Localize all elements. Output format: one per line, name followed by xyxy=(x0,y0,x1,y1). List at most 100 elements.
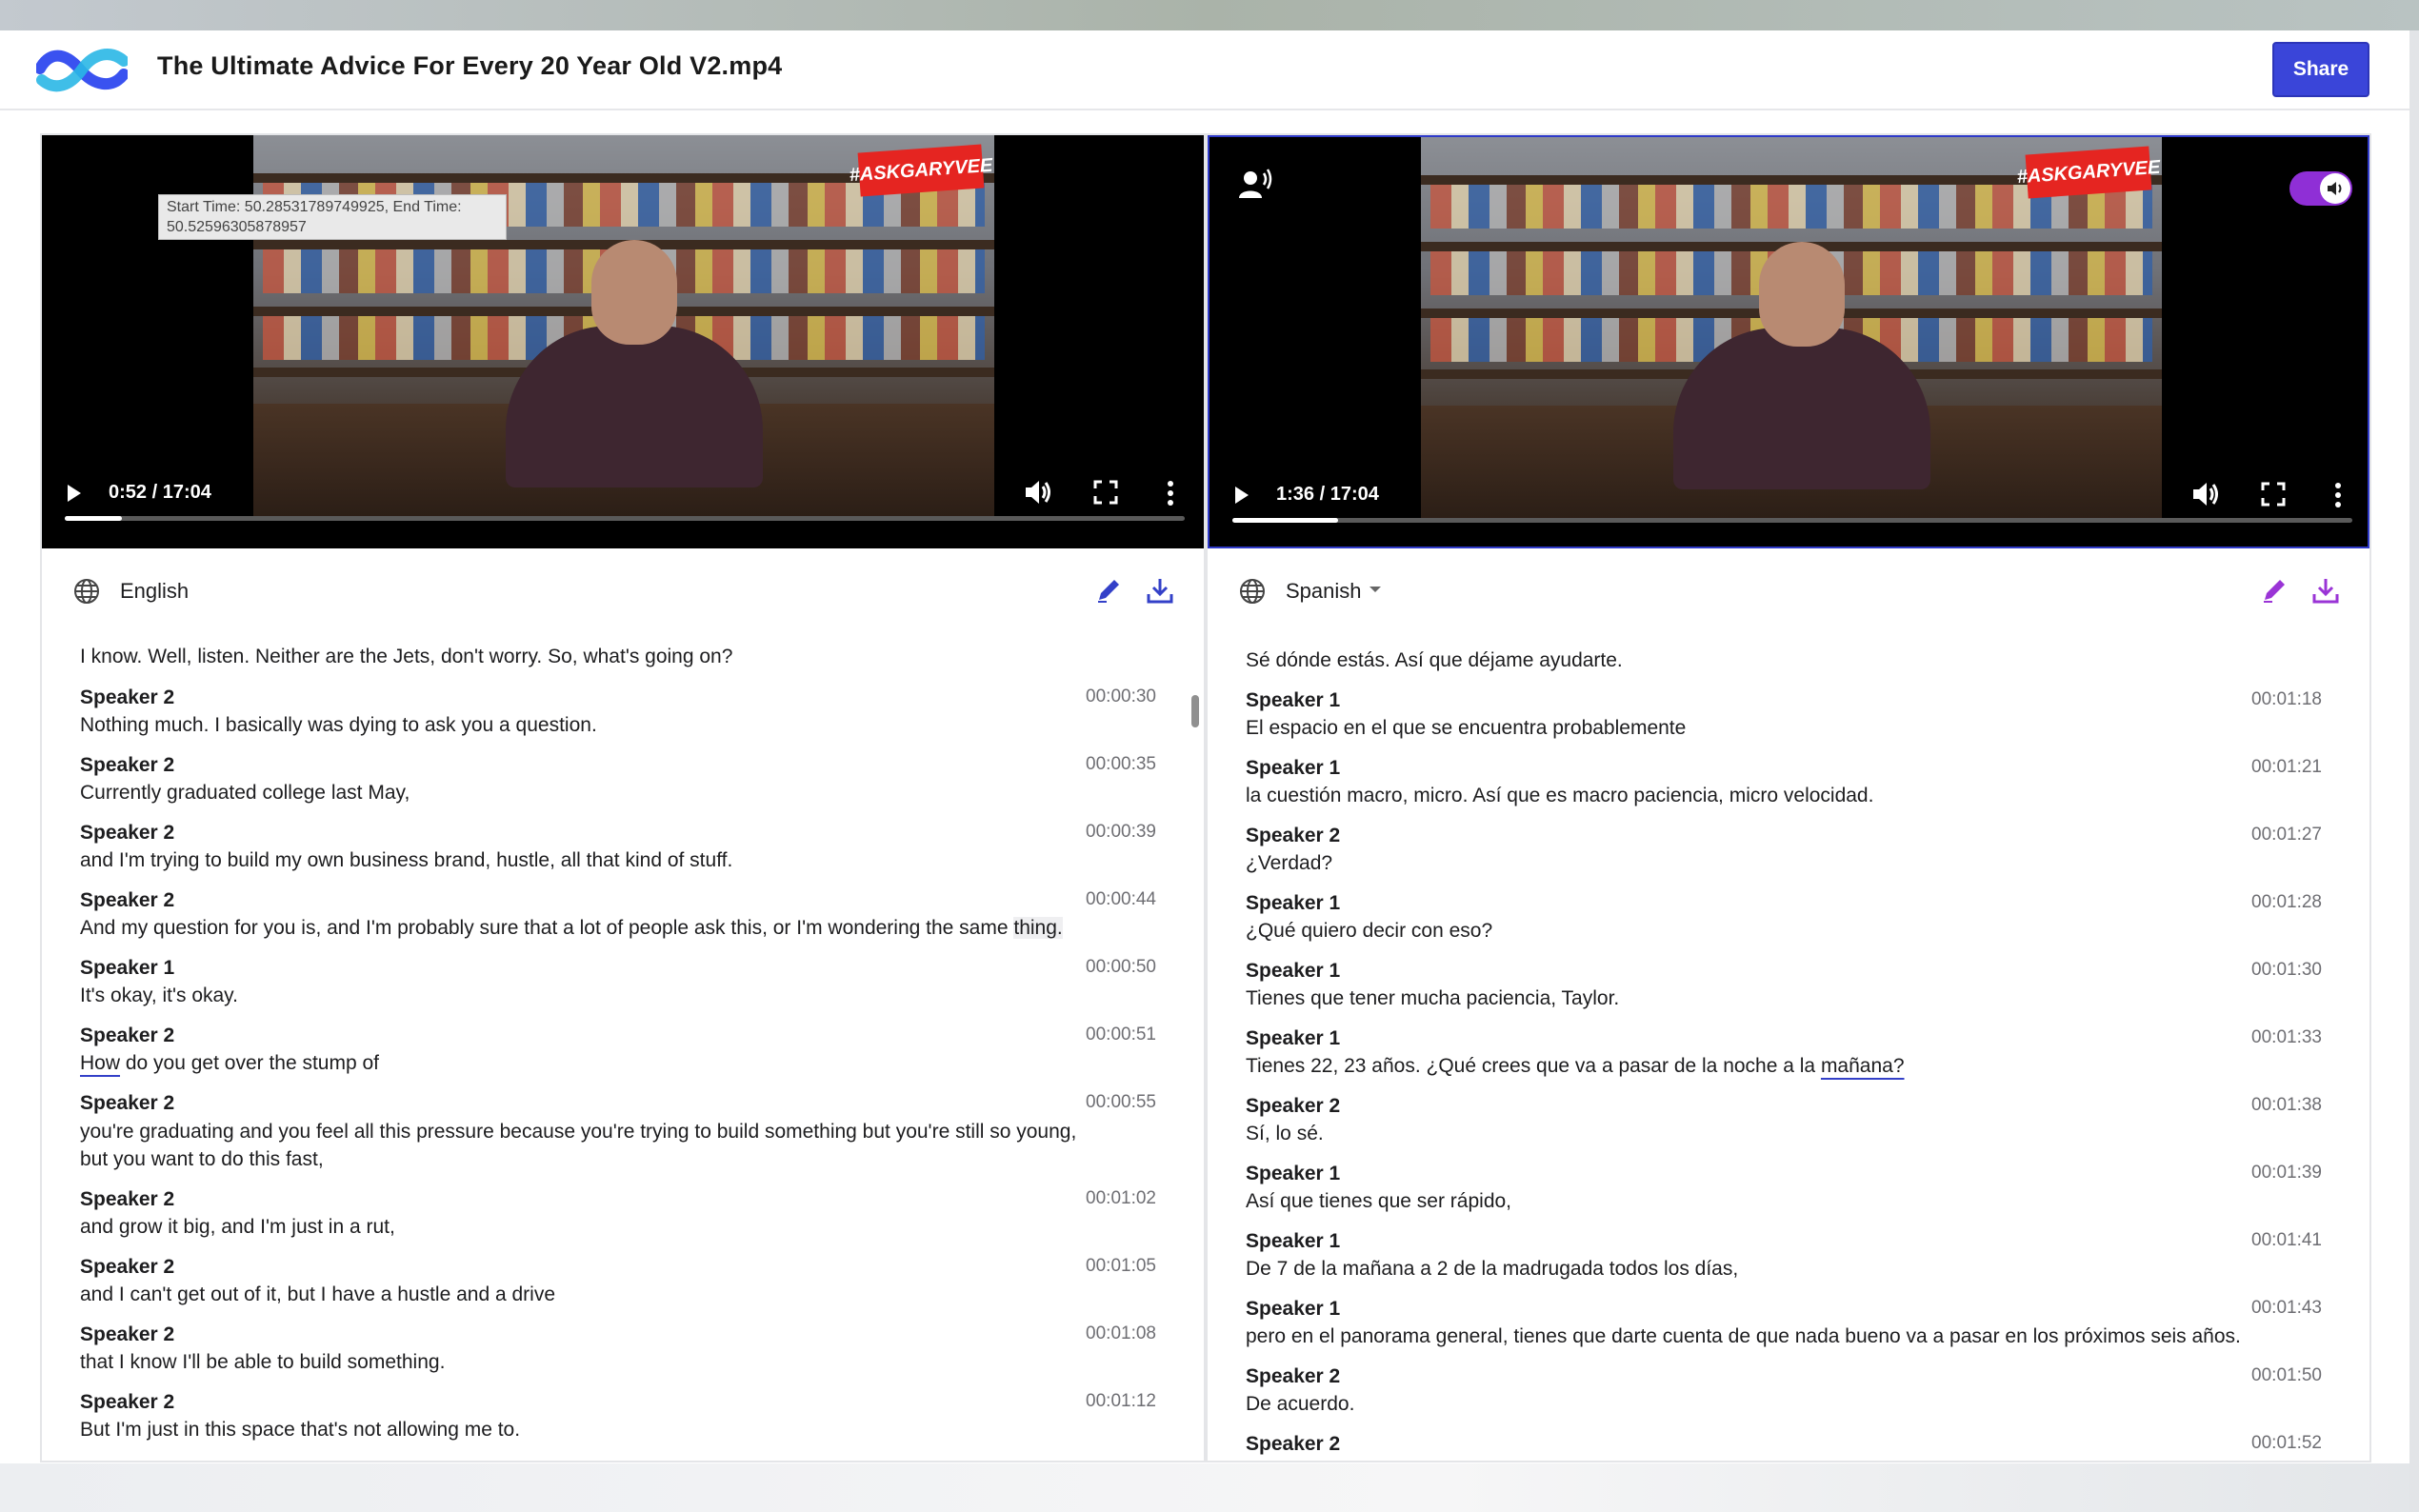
fullscreen-icon[interactable] xyxy=(1093,480,1118,505)
video-time: 0:52 / 17:04 xyxy=(109,482,211,503)
transcript-text[interactable]: la cuestión macro, micro. Así que es mac… xyxy=(1246,785,2322,807)
volume-icon[interactable] xyxy=(2190,480,2221,508)
speaker-label: Speaker 2 00:00:30 xyxy=(80,686,1156,708)
language-select[interactable]: Spanish xyxy=(1286,579,1362,604)
transcript-text[interactable]: De acuerdo. xyxy=(1246,1393,2322,1416)
speaker-label: Speaker 2 00:00:35 xyxy=(80,754,1156,776)
desktop-background xyxy=(0,0,2419,30)
transcript-text[interactable]: ¿Qué quiero decir con eso? xyxy=(1246,920,2322,943)
timestamp: 00:00:30 xyxy=(1086,686,1156,706)
chevron-down-icon[interactable] xyxy=(1368,585,1383,594)
timestamp: 00:01:28 xyxy=(2251,892,2322,912)
pencil-icon[interactable] xyxy=(2261,575,2289,604)
app-logo[interactable] xyxy=(36,42,128,97)
download-icon[interactable] xyxy=(2310,575,2341,606)
timestamp: 00:01:43 xyxy=(2251,1298,2322,1318)
timestamp: 00:01:50 xyxy=(2251,1365,2322,1385)
dub-audio-toggle[interactable] xyxy=(2289,171,2352,206)
original-transcript[interactable]: I know. Well, listen. Neither are the Je… xyxy=(42,632,1204,1461)
app-header: The Ultimate Advice For Every 20 Year Ol… xyxy=(0,30,2409,110)
speaker-label: Speaker 2 00:01:50 xyxy=(1246,1365,2322,1387)
transcript-text[interactable]: And my question for you is, and I'm prob… xyxy=(80,917,1156,940)
speaker-label: Speaker 1 00:00:50 xyxy=(80,957,1156,979)
voice-icon[interactable] xyxy=(1238,168,1272,200)
transcript-text[interactable]: you're graduating and you feel all this … xyxy=(80,1118,1099,1173)
play-icon[interactable] xyxy=(1232,484,1251,507)
timestamp: 00:01:41 xyxy=(2251,1230,2322,1250)
transcript-text[interactable]: De 7 de la mañana a 2 de la madrugada to… xyxy=(1246,1258,2322,1281)
timestamp: 00:00:39 xyxy=(1086,822,1156,842)
toggle-knob xyxy=(2320,173,2350,204)
transcript-text[interactable]: pero en el panorama general, tienes que … xyxy=(1246,1325,2322,1348)
volume-icon[interactable] xyxy=(1023,478,1053,507)
transcript-text[interactable]: Así que tienes que ser rápido, xyxy=(1246,1190,2322,1213)
transcript-text[interactable]: But I'm just in this space that's not al… xyxy=(80,1419,1156,1442)
play-icon[interactable] xyxy=(65,482,84,505)
volume-icon xyxy=(2328,182,2342,195)
speaker-label: Speaker 1 00:01:18 xyxy=(1246,689,2322,711)
person-head xyxy=(1759,242,1845,347)
transcript-text[interactable]: Sé dónde estás. Así que déjame ayudarte. xyxy=(1246,649,2322,672)
window-edge xyxy=(2409,30,2419,1512)
share-button[interactable]: Share xyxy=(2272,42,2369,97)
speaker-label: Speaker 2 00:01:27 xyxy=(1246,825,2322,846)
fullscreen-icon[interactable] xyxy=(2261,482,2286,507)
pencil-icon[interactable] xyxy=(1095,575,1124,604)
transcript-text[interactable]: Tienes que tener mucha paciencia, Taylor… xyxy=(1246,987,2322,1010)
language-label: English xyxy=(120,579,190,603)
original-video-player[interactable]: #ASKGARYVEE Start Time: 50.2853178974992… xyxy=(42,135,1204,548)
video-time: 1:36 / 17:04 xyxy=(1276,484,1379,505)
show-badge: #ASKGARYVEE xyxy=(849,144,993,197)
download-icon[interactable] xyxy=(1145,575,1175,606)
timestamp: 00:01:38 xyxy=(2251,1095,2322,1115)
speaker-label: Speaker 2 00:00:55 xyxy=(80,1092,1156,1114)
timestamp: 00:01:30 xyxy=(2251,960,2322,980)
speaker-label: Speaker 1 00:01:41 xyxy=(1246,1230,2322,1252)
transcript-text[interactable]: Currently graduated college last May, xyxy=(80,782,1156,805)
timing-tooltip: Start Time: 50.28531789749925, End Time:… xyxy=(158,194,507,240)
original-panel: #ASKGARYVEE Start Time: 50.2853178974992… xyxy=(40,133,1206,1462)
more-vertical-icon[interactable] xyxy=(1166,480,1175,507)
timestamp: 00:01:39 xyxy=(2251,1163,2322,1183)
dubbed-video-player[interactable]: #ASKGARYVEE 1:36 / 17:04 xyxy=(1208,135,2369,548)
transcript-text[interactable]: and I'm trying to build my own business … xyxy=(80,849,1156,872)
transcript-text[interactable]: El espacio en el que se encuentra probab… xyxy=(1246,717,2322,740)
transcript-text[interactable]: Nothing much. I basically was dying to a… xyxy=(80,714,1156,737)
speaker-label: Speaker 1 00:01:33 xyxy=(1246,1027,2322,1049)
globe-icon xyxy=(1240,579,1265,604)
video-progress-bar[interactable] xyxy=(1232,518,2352,523)
speaker-label: Speaker 1 00:01:21 xyxy=(1246,757,2322,779)
transcript-text[interactable]: Sí, lo sé. xyxy=(1246,1123,2322,1145)
timestamp: 00:00:50 xyxy=(1086,957,1156,977)
transcript-text[interactable]: and I can't get out of it, but I have a … xyxy=(80,1283,1156,1306)
dubbed-transcript[interactable]: Sé dónde estás. Así que déjame ayudarte.… xyxy=(1208,632,2369,1461)
language-bar: Spanish xyxy=(1208,548,2369,632)
language-bar: English xyxy=(42,548,1204,632)
timestamp: 00:01:08 xyxy=(1086,1323,1156,1343)
speaker-label: Speaker 2 00:01:08 xyxy=(80,1323,1156,1345)
transcript-text[interactable]: It's okay, it's okay. xyxy=(80,985,1156,1007)
video-frame: #ASKGARYVEE xyxy=(253,135,994,518)
video-progress-bar[interactable] xyxy=(65,516,1185,521)
timestamp: 00:00:35 xyxy=(1086,754,1156,774)
speaker-label: Speaker 2 00:00:39 xyxy=(80,822,1156,844)
speaker-label: Speaker 2 00:01:05 xyxy=(80,1256,1156,1278)
speaker-label: Speaker 1 00:01:30 xyxy=(1246,960,2322,982)
more-vertical-icon[interactable] xyxy=(2333,482,2343,508)
timestamp: 00:01:33 xyxy=(2251,1027,2322,1047)
transcript-text[interactable]: ¿Verdad? xyxy=(1246,852,2322,875)
speaker-label: Speaker 2 00:01:38 xyxy=(1246,1095,2322,1117)
speaker-label: Speaker 2 00:01:52 xyxy=(1246,1433,2322,1455)
transcript-text[interactable]: I know. Well, listen. Neither are the Je… xyxy=(80,646,1156,668)
transcript-text[interactable]: Tienes 22, 23 años. ¿Qué crees que va a … xyxy=(1246,1055,2322,1078)
transcript-scrollbar[interactable] xyxy=(1191,695,1199,727)
timestamp: 00:01:02 xyxy=(1086,1188,1156,1208)
transcript-text[interactable]: How do you get over the stump of xyxy=(80,1052,1156,1075)
timestamp: 00:01:21 xyxy=(2251,757,2322,777)
timestamp: 00:01:12 xyxy=(1086,1391,1156,1411)
timestamp: 00:00:51 xyxy=(1086,1025,1156,1044)
transcript-text[interactable]: that I know I'll be able to build someth… xyxy=(80,1351,1156,1374)
current-word: mañana? xyxy=(1820,1055,1905,1077)
speaker-label: Speaker 2 00:01:12 xyxy=(80,1391,1156,1413)
transcript-text[interactable]: and grow it big, and I'm just in a rut, xyxy=(80,1216,1156,1239)
